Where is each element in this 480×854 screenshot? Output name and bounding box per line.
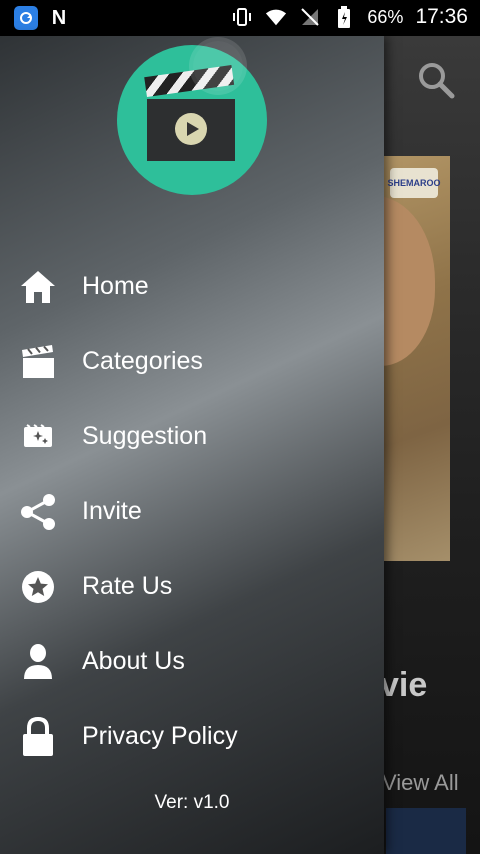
lock-icon [18,716,58,757]
sparkle-film-icon [18,417,58,457]
wifi-icon [265,6,287,28]
menu-item-invite[interactable]: Invite [0,474,384,549]
person-icon [18,642,58,682]
menu-item-about-us[interactable]: About Us [0,624,384,699]
poster-logo: SHEMAROO [388,168,441,198]
section-title: vie [380,666,428,704]
thumbnail-strip[interactable] [386,808,466,854]
menu-label: Rate Us [82,572,173,600]
search-icon[interactable] [416,60,456,100]
touch-indicator [193,41,243,91]
menu-label: About Us [82,647,185,675]
menu-item-home[interactable]: Home [0,249,384,324]
drawer-menu: Home Categories Suggestion Invite Rate U… [0,249,384,774]
clapper-body [147,99,235,161]
menu-label: Categories [82,347,203,375]
status-bar: N 66% 17:36 [0,0,480,36]
menu-item-privacy-policy[interactable]: Privacy Policy [0,699,384,774]
star-icon [18,567,58,607]
status-right: 66% 17:36 [231,5,468,29]
status-left: N [14,6,70,30]
app-logo [117,45,267,195]
clock: 17:36 [415,5,468,28]
vibrate-icon [231,6,253,28]
view-all-link[interactable]: View All [382,770,459,796]
share-icon [18,492,58,532]
clapperboard-icon [18,342,58,382]
menu-item-rate-us[interactable]: Rate Us [0,549,384,624]
battery-percent: 66% [367,6,404,27]
battery-icon [333,6,355,28]
menu-label: Invite [82,497,142,525]
sync-app-icon [14,6,38,30]
no-signal-icon [299,6,321,28]
menu-label: Privacy Policy [82,722,238,750]
menu-label: Suggestion [82,422,208,450]
menu-item-suggestion[interactable]: Suggestion [0,399,384,474]
menu-label: Home [82,272,149,300]
home-icon [18,267,58,307]
version-label: Ver: v1.0 [154,792,230,813]
n-notification-icon: N [51,6,67,29]
menu-item-categories[interactable]: Categories [0,324,384,399]
navigation-drawer: Home Categories Suggestion Invite Rate U… [0,36,384,854]
play-icon [175,113,207,145]
